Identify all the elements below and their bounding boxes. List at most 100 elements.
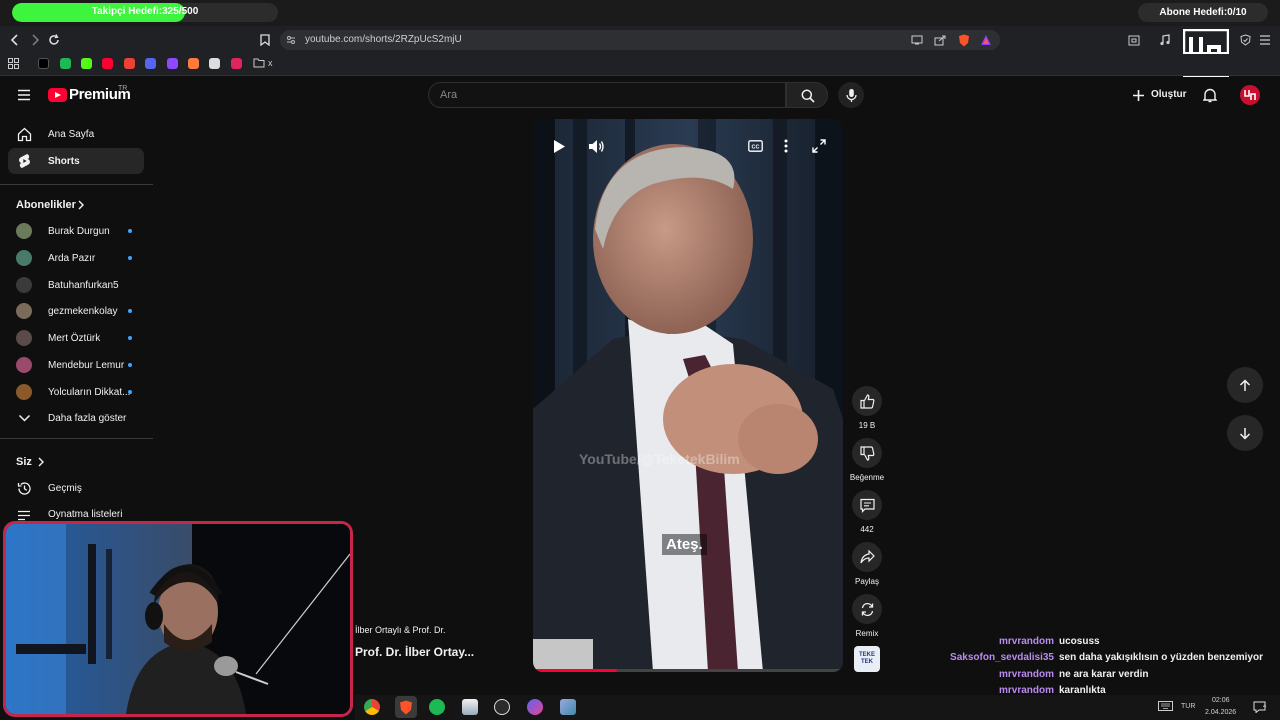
remix-button[interactable] bbox=[852, 594, 882, 624]
media-control-icon[interactable] bbox=[1158, 33, 1172, 47]
sidebar-subscription-item[interactable]: Burak Durgun bbox=[48, 226, 110, 237]
chat-username[interactable]: mrvrandom bbox=[999, 636, 1054, 647]
follower-goal-text: Takipçi Hedefi:325/500 bbox=[91, 6, 199, 17]
obs-icon[interactable] bbox=[494, 699, 510, 715]
avatar[interactable] bbox=[16, 249, 32, 266]
avatar[interactable] bbox=[16, 357, 32, 373]
sidebar-item-history[interactable]: Geçmiş bbox=[48, 483, 82, 494]
sidebar-item-shorts[interactable]: Shorts bbox=[8, 148, 144, 174]
site-info-icon[interactable] bbox=[286, 35, 296, 45]
x-bookmark-icon[interactable] bbox=[38, 58, 49, 69]
chat-username[interactable]: mrvrandom bbox=[999, 669, 1054, 680]
app-icon[interactable] bbox=[527, 699, 543, 715]
youtube-bookmark-icon[interactable] bbox=[102, 58, 113, 69]
bookmark-icon[interactable] bbox=[188, 58, 199, 69]
share-page-icon[interactable] bbox=[933, 34, 947, 46]
subscriptions-title[interactable]: Abonelikler bbox=[16, 199, 76, 211]
like-count: 19 B bbox=[858, 421, 876, 430]
create-icon[interactable] bbox=[1131, 88, 1145, 102]
comments-button[interactable] bbox=[852, 490, 882, 520]
url-text[interactable]: youtube.com/shorts/2RZpUcS2mjU bbox=[305, 34, 462, 45]
avatar[interactable] bbox=[16, 383, 32, 400]
sidebar-subscription-item[interactable]: Yolcuların Dikkat... bbox=[48, 387, 130, 398]
chevron-down-icon[interactable] bbox=[16, 411, 32, 425]
share-button[interactable] bbox=[852, 542, 882, 572]
clock-date[interactable]: 2.04.2026 bbox=[1205, 709, 1236, 716]
dislike-icon bbox=[859, 445, 875, 461]
sidebar-item-home[interactable]: Ana Sayfa bbox=[8, 121, 144, 147]
forward-icon[interactable] bbox=[28, 33, 42, 47]
bookmark-close-text[interactable]: x bbox=[268, 58, 273, 68]
volume-icon[interactable] bbox=[587, 138, 605, 154]
spotify-icon[interactable] bbox=[429, 699, 445, 715]
kick-bookmark-icon[interactable] bbox=[81, 58, 92, 69]
chrome-icon[interactable] bbox=[364, 699, 380, 715]
follower-goal-bar: Takipçi Hedefi:325/500 bbox=[12, 3, 278, 22]
short-title[interactable]: Prof. Dr. İlber Ortay... bbox=[355, 645, 474, 659]
avatar[interactable] bbox=[1240, 85, 1260, 105]
reload-icon[interactable] bbox=[47, 33, 61, 47]
previous-short-button[interactable] bbox=[1227, 367, 1263, 403]
bookmark-page-icon[interactable] bbox=[258, 33, 272, 47]
avatar[interactable] bbox=[16, 223, 32, 239]
search-button[interactable] bbox=[786, 82, 828, 108]
sidebar-item-label: Ana Sayfa bbox=[48, 129, 95, 140]
browser-menu-icon[interactable] bbox=[1258, 33, 1272, 47]
avatar[interactable] bbox=[16, 330, 32, 347]
folder-icon[interactable] bbox=[252, 57, 265, 69]
bookmark-icon[interactable] bbox=[60, 58, 71, 69]
vpn-icon[interactable] bbox=[1238, 33, 1252, 47]
brave-shield-icon[interactable] bbox=[957, 33, 970, 47]
video-progress-fill[interactable] bbox=[533, 669, 617, 672]
sidebar-subscription-item[interactable]: Mendebur Lemur bbox=[48, 360, 124, 371]
more-options-icon[interactable] bbox=[780, 138, 792, 154]
search-input[interactable] bbox=[428, 82, 786, 108]
play-icon[interactable] bbox=[550, 138, 568, 154]
create-button[interactable]: Oluştur bbox=[1151, 89, 1187, 100]
avatar[interactable] bbox=[16, 276, 32, 293]
voice-search-button[interactable] bbox=[838, 82, 864, 108]
chevron-right-icon[interactable] bbox=[76, 200, 86, 210]
like-button[interactable] bbox=[852, 386, 882, 416]
playlist-icon[interactable] bbox=[16, 508, 32, 522]
chevron-right-icon[interactable] bbox=[36, 457, 46, 467]
captions-icon[interactable]: CC bbox=[746, 139, 764, 153]
notifications-bell-icon[interactable] bbox=[1202, 87, 1218, 103]
clock-time[interactable]: 02:06 bbox=[1212, 697, 1230, 704]
history-icon[interactable] bbox=[16, 480, 32, 496]
avatar[interactable] bbox=[16, 303, 32, 320]
next-short-button[interactable] bbox=[1227, 415, 1263, 451]
sidebar-subscription-item[interactable]: Arda Pazır bbox=[48, 253, 95, 264]
new-content-dot bbox=[128, 389, 132, 394]
chat-text: ne ara karar verdin bbox=[1059, 668, 1149, 680]
sidebar-item-playlists[interactable]: Oynatma listeleri bbox=[48, 509, 122, 520]
sidebar-toggle-icon[interactable] bbox=[1127, 33, 1141, 47]
chat-username[interactable]: Saksofon_sevdalisi35 bbox=[950, 652, 1054, 663]
show-more-button[interactable]: Daha fazla göster bbox=[48, 413, 126, 424]
dislike-button[interactable] bbox=[852, 438, 882, 468]
twitch-bookmark-icon[interactable] bbox=[167, 58, 178, 69]
sidebar-subscription-item[interactable]: gezmekenkolay bbox=[48, 306, 117, 317]
app-icon[interactable] bbox=[560, 699, 576, 715]
fullscreen-icon[interactable] bbox=[811, 138, 827, 154]
gmail-bookmark-icon[interactable] bbox=[124, 58, 135, 69]
shorts-video-player[interactable] bbox=[533, 119, 843, 672]
brave-rewards-icon[interactable] bbox=[979, 33, 992, 47]
comment-icon bbox=[859, 497, 875, 513]
menu-icon[interactable] bbox=[16, 87, 32, 103]
cast-icon[interactable] bbox=[910, 34, 924, 46]
back-icon[interactable] bbox=[8, 33, 22, 47]
bookmark-icon[interactable] bbox=[231, 58, 242, 69]
language-indicator[interactable]: TUR bbox=[1181, 703, 1195, 710]
chat-text: sen daha yakışıklısın o yüzden benzemiyo… bbox=[1059, 652, 1263, 664]
file-explorer-icon[interactable] bbox=[462, 699, 478, 715]
sidebar-subscription-item[interactable]: Batuhanfurkan5 bbox=[48, 280, 119, 291]
discord-bookmark-icon[interactable] bbox=[145, 58, 156, 69]
apps-grid-icon[interactable] bbox=[7, 57, 20, 70]
sidebar-subscription-item[interactable]: Mert Öztürk bbox=[48, 333, 100, 344]
channel-avatar[interactable]: TEKE TEK bbox=[854, 646, 880, 672]
brave-icon[interactable] bbox=[398, 699, 414, 715]
keyboard-icon[interactable] bbox=[1157, 700, 1173, 712]
you-section-title[interactable]: Siz bbox=[16, 456, 32, 468]
chatgpt-bookmark-icon[interactable] bbox=[209, 58, 220, 69]
